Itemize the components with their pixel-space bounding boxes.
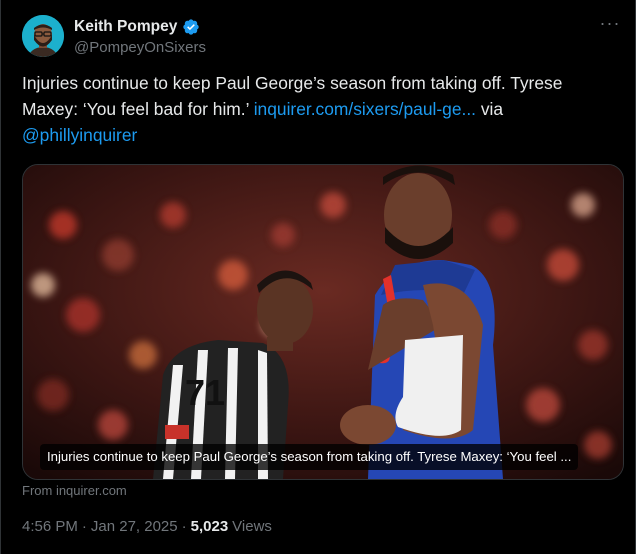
card-source[interactable]: From inquirer.com [22, 483, 127, 498]
tweet-meta: 4:56 PM · Jan 27, 2025 · 5,023 Views [22, 518, 272, 535]
tweet-text: Injuries continue to keep Paul George’s … [22, 70, 612, 148]
author-name[interactable]: Keith Pompey [74, 18, 177, 36]
tweet-date[interactable]: Jan 27, 2025 [91, 518, 178, 535]
verified-badge-icon[interactable] [182, 18, 200, 36]
meta-separator: · [81, 518, 87, 535]
article-photo: 71 8 [23, 165, 623, 479]
tweet-via: via [476, 99, 504, 119]
link-card[interactable]: 71 8 Injuries continue to keep Paul Geor… [22, 164, 624, 480]
mention-link[interactable]: @phillyinquirer [22, 125, 137, 145]
meta-separator: · [181, 518, 187, 535]
author-row: Keith Pompey [74, 16, 200, 38]
svg-text:71: 71 [185, 372, 225, 413]
views-count: 5,023 [190, 518, 229, 535]
left-border [0, 0, 1, 554]
tweet-time[interactable]: 4:56 PM [22, 518, 78, 535]
avatar-illustration [22, 15, 64, 57]
avatar[interactable] [22, 15, 64, 57]
views-label: Views [232, 518, 272, 535]
author-handle[interactable]: @PompeyOnSixers [74, 39, 206, 56]
article-link[interactable]: inquirer.com/sixers/paul-ge... [254, 99, 476, 119]
more-options-icon[interactable]: ··· [598, 14, 622, 36]
card-caption: Injuries continue to keep Paul George’s … [40, 444, 579, 470]
